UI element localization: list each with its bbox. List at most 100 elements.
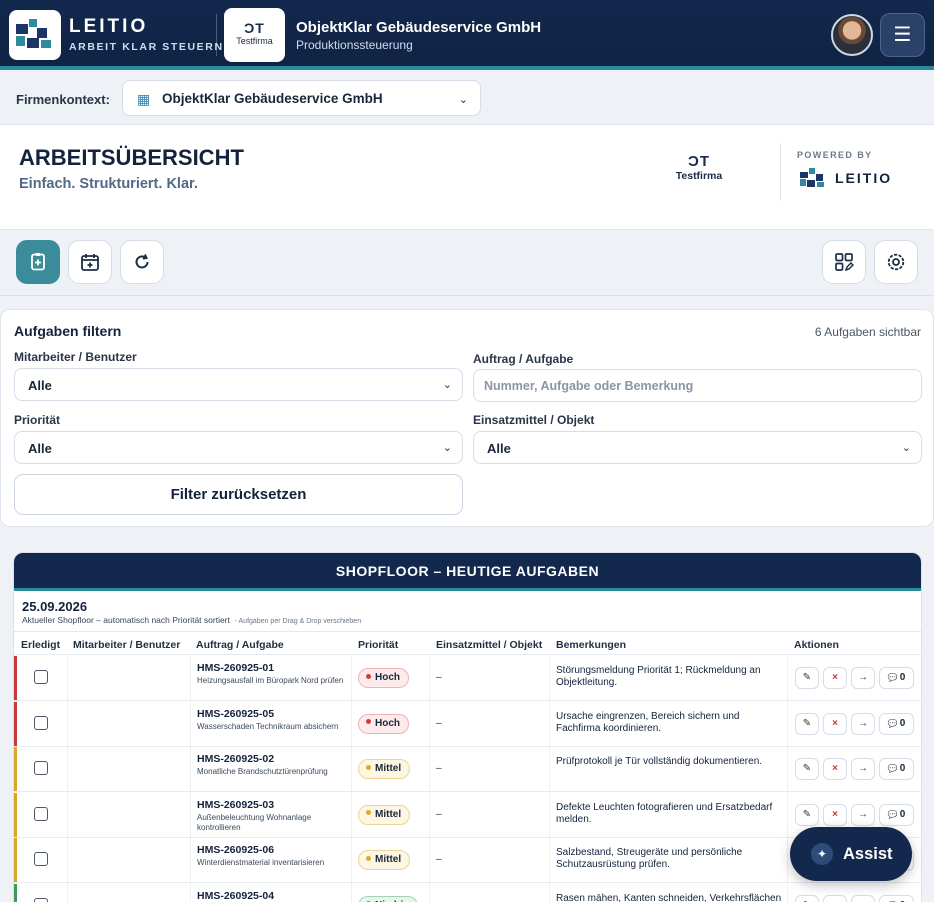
comments-button[interactable]: 💬0: [879, 758, 914, 780]
column-header: Priorität: [358, 639, 399, 651]
order-search-input[interactable]: [473, 369, 922, 402]
company-context-bar: Firmenkontext: ▦ ObjektKlar Gebäudeservi…: [0, 74, 934, 124]
filter-panel: Aufgaben filtern 6 Aufgaben sichtbar Mit…: [0, 309, 934, 527]
layout-edit-button[interactable]: [822, 240, 866, 284]
refresh-icon: [135, 254, 149, 269]
arrow-right-icon: →: [858, 717, 868, 729]
resource-filter-label: Einsatzmittel / Objekt: [473, 413, 595, 427]
done-checkbox[interactable]: [34, 670, 48, 684]
done-checkbox[interactable]: [34, 761, 48, 775]
company-subtitle: Produktionssteuerung: [296, 38, 413, 52]
column-header: Aktionen: [794, 639, 839, 651]
done-checkbox[interactable]: [34, 852, 48, 866]
brand-name: LEITIO: [69, 16, 149, 37]
delete-button[interactable]: ×: [823, 803, 847, 826]
assist-button[interactable]: ✦ Assist: [790, 827, 912, 881]
move-button[interactable]: →: [851, 667, 875, 689]
column-divider: [549, 838, 550, 882]
company-context-value: ObjektKlar Gebäudeservice GmbH: [162, 91, 383, 106]
priority-dot: [366, 673, 371, 679]
table-row[interactable]: HMS-260925-04Grünflächen im Logistikzent…: [14, 883, 921, 902]
pencil-icon: ✎: [802, 808, 812, 820]
column-header: Bemerkungen: [556, 639, 627, 651]
menu-button[interactable]: ☰: [880, 13, 925, 57]
column-divider: [549, 656, 550, 700]
table-row[interactable]: HMS-260925-02 Monatliche Brandschutztüren…: [14, 747, 921, 792]
leitio-mark-icon: [800, 168, 824, 187]
toolbar: [0, 230, 934, 296]
resource-filter-select[interactable]: Alle ⌄: [473, 431, 922, 464]
delete-button[interactable]: ×: [823, 712, 847, 735]
delete-button[interactable]: ×: [823, 894, 847, 902]
drag-drop-hint: - Aufgaben per Drag & Drop verschieben: [234, 618, 362, 625]
table-row[interactable]: HMS-260925-01 Heizungsausfall im Büropark…: [14, 656, 921, 701]
user-avatar[interactable]: [831, 14, 873, 56]
comment-count: 0: [899, 717, 906, 729]
top-bar: LEITIO ARBEIT KLAR STEUERN ƆT Testfirma …: [0, 0, 934, 70]
settings-button[interactable]: [874, 240, 918, 284]
reset-filter-button[interactable]: Filter zurücksetzen: [14, 474, 463, 515]
table-row[interactable]: HMS-260925-03 Außenbeleuchtung Wohnanlage…: [14, 792, 921, 838]
task-id: HMS-260925-04: [197, 889, 275, 902]
column-divider: [429, 656, 430, 700]
done-checkbox[interactable]: [34, 715, 48, 730]
task-id: HMS-260925-05: [197, 707, 275, 720]
column-divider: [351, 883, 352, 902]
column-divider: [190, 883, 191, 902]
priority-filter-select[interactable]: Alle ⌄: [14, 431, 463, 464]
shopfloor-sort-note: Aktueller Shopfloor – automatisch nach P…: [22, 615, 230, 625]
column-divider: [190, 656, 191, 700]
comments-button[interactable]: 💬0: [879, 712, 914, 735]
column-divider: [429, 792, 430, 837]
delete-button[interactable]: ×: [823, 758, 847, 780]
task-list-button[interactable]: [16, 240, 60, 284]
employee-filter-select[interactable]: Alle ⌄: [14, 368, 463, 401]
close-icon: ×: [832, 672, 838, 683]
employee-filter-value: Alle: [28, 378, 52, 393]
move-button[interactable]: →: [851, 758, 875, 780]
move-button[interactable]: →: [851, 803, 875, 826]
done-checkbox[interactable]: [34, 806, 48, 821]
column-divider: [67, 883, 68, 902]
calendar-add-button[interactable]: [68, 240, 112, 284]
task-note: Rasen mähen, Kanten schneiden, Verkehrsf…: [556, 892, 782, 902]
column-divider: [429, 838, 430, 882]
column-divider: [787, 838, 788, 882]
done-checkbox[interactable]: [34, 897, 48, 902]
column-divider: [351, 747, 352, 791]
priority-badge: Niedrig: [358, 895, 419, 902]
move-button[interactable]: →: [851, 712, 875, 735]
task-description: Heizungsausfall im Büropark Nord prüfen: [197, 676, 344, 685]
task-description: Monatliche Brandschutztürenprüfung: [197, 767, 328, 776]
comments-button[interactable]: 💬0: [879, 894, 914, 902]
priority-stripe: [14, 656, 17, 700]
move-button[interactable]: →: [851, 894, 875, 902]
edit-button[interactable]: ✎: [795, 712, 819, 735]
comments-button[interactable]: 💬0: [879, 803, 914, 826]
priority-badge: Mittel: [358, 804, 411, 825]
pencil-icon: ✎: [802, 717, 812, 729]
resource-value: –: [436, 808, 442, 820]
powered-by-brand: LEITIO: [835, 170, 893, 186]
edit-button[interactable]: ✎: [795, 894, 819, 902]
delete-button[interactable]: ×: [823, 667, 847, 689]
column-divider: [190, 838, 191, 882]
refresh-button[interactable]: [120, 240, 164, 284]
arrow-right-icon: →: [858, 763, 868, 774]
hero-logo-word: Testfirma: [675, 170, 723, 182]
table-row[interactable]: HMS-260925-06 Winterdienstmaterial invent…: [14, 838, 921, 883]
task-id: HMS-260925-02: [197, 753, 275, 765]
company-logo: ƆT Testfirma: [224, 8, 285, 62]
company-context-select[interactable]: ▦ ObjektKlar Gebäudeservice GmbH ⌄: [122, 80, 481, 116]
table-row[interactable]: HMS-260925-05 Wasserschaden Technikraum a…: [14, 701, 921, 747]
comment-count: 0: [899, 763, 906, 774]
leitio-logo[interactable]: [9, 10, 61, 60]
comment-icon: 💬: [887, 809, 898, 819]
employee-filter-label: Mitarbeiter / Benutzer: [14, 350, 137, 364]
priority-filter-label: Priorität: [14, 413, 61, 427]
edit-button[interactable]: ✎: [795, 803, 819, 826]
edit-button[interactable]: ✎: [795, 667, 819, 689]
comments-button[interactable]: 💬0: [879, 667, 914, 689]
edit-button[interactable]: ✎: [795, 758, 819, 780]
column-divider: [190, 747, 191, 791]
